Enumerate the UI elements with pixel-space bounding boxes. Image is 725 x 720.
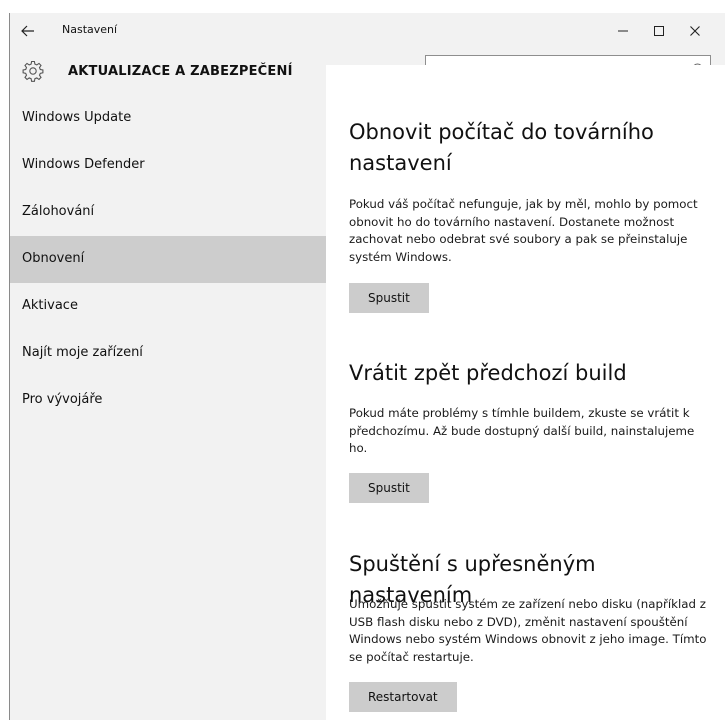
settings-window: Nastavení AKTUALIZACE A ZABEZPEČENÍ Nají… xyxy=(9,13,725,720)
sidebar-item-label: Pro vývojáře xyxy=(22,392,103,407)
sidebar-item-find-my-device[interactable]: Najít moje zařízení xyxy=(10,330,326,377)
maximize-button[interactable] xyxy=(641,17,677,45)
sidebar-item-label: Aktivace xyxy=(22,298,78,313)
section-text-reset: Pokud váš počítač nefunguje, jak by měl,… xyxy=(349,197,698,264)
main-content: Obnovit počítač do továrního nastavení P… xyxy=(326,65,725,720)
close-button[interactable] xyxy=(677,17,713,45)
sidebar-item-activation[interactable]: Aktivace xyxy=(10,283,326,330)
sidebar-item-label: Najít moje zařízení xyxy=(22,345,143,360)
sidebar-item-label: Windows Defender xyxy=(22,157,145,172)
section-heading-rollback: Vrátit zpět předchozí build xyxy=(349,361,627,385)
sidebar-item-label: Obnovení xyxy=(22,251,85,266)
sidebar-item-backup[interactable]: Zálohování xyxy=(10,189,326,236)
sidebar-item-windows-defender[interactable]: Windows Defender xyxy=(10,142,326,189)
minimize-button[interactable] xyxy=(605,17,641,45)
window-title: Nastavení xyxy=(62,23,118,36)
reset-start-button[interactable]: Spustit xyxy=(349,283,429,313)
sidebar-item-for-developers[interactable]: Pro vývojáře xyxy=(10,377,326,424)
sidebar-item-recovery[interactable]: Obnovení xyxy=(10,236,326,283)
back-arrow-icon[interactable] xyxy=(16,19,40,43)
section-text-advanced-startup: Umožňuje spustit systém ze zařízení nebo… xyxy=(349,597,707,664)
restart-button[interactable]: Restartovat xyxy=(349,682,457,712)
sidebar-item-label: Windows Update xyxy=(22,110,132,125)
sidebar-item-label: Zálohování xyxy=(22,204,95,219)
gear-icon xyxy=(21,59,45,83)
rollback-start-button[interactable]: Spustit xyxy=(349,473,429,503)
section-heading-reset: Obnovit počítač do továrního nastavení xyxy=(349,120,654,175)
section-title: AKTUALIZACE A ZABEZPEČENÍ xyxy=(68,64,293,79)
sidebar-item-windows-update[interactable]: Windows Update xyxy=(10,95,326,142)
title-bar: Nastavení xyxy=(10,13,725,49)
sidebar: Windows Update Windows Defender Zálohová… xyxy=(10,95,326,720)
section-text-rollback: Pokud máte problémy s tímhle buildem, zk… xyxy=(349,406,695,455)
